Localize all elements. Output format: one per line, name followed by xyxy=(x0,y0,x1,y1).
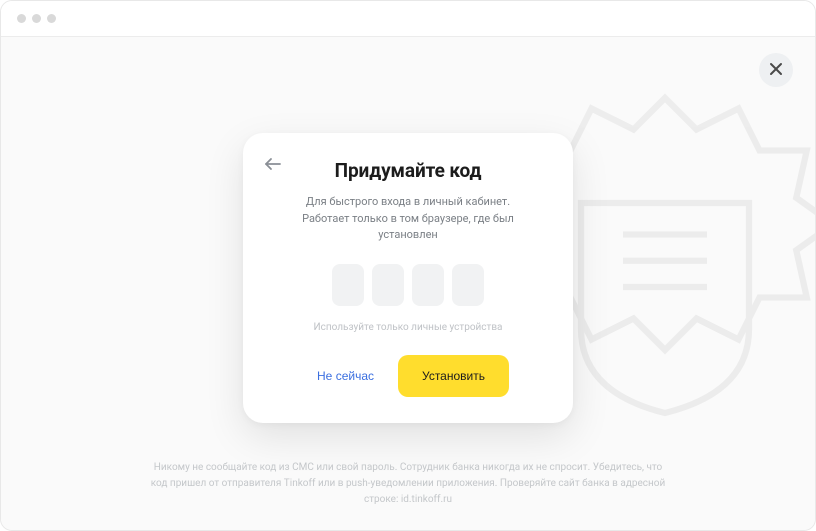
modal-hint: Используйте только личные устройства xyxy=(273,322,543,333)
page-content: Придумайте код Для быстрого входа в личн… xyxy=(1,37,815,530)
code-input-group xyxy=(273,264,543,306)
confirm-button[interactable]: Установить xyxy=(398,355,509,397)
window-dot xyxy=(47,14,56,23)
modal-title: Придумайте код xyxy=(273,159,543,182)
code-digit-2[interactable] xyxy=(372,264,404,306)
modal-actions: Не сейчас Установить xyxy=(273,355,543,397)
back-button[interactable] xyxy=(261,153,285,177)
skip-button[interactable]: Не сейчас xyxy=(307,357,384,395)
close-button[interactable] xyxy=(759,53,793,87)
code-digit-4[interactable] xyxy=(452,264,484,306)
window-controls xyxy=(17,14,56,23)
modal-subtitle: Для быстрого входа в личный кабинет. Раб… xyxy=(288,194,528,244)
code-digit-1[interactable] xyxy=(332,264,364,306)
browser-window: Придумайте код Для быстрого входа в личн… xyxy=(0,0,816,531)
create-code-modal: Придумайте код Для быстрого входа в личн… xyxy=(243,133,573,423)
arrow-left-icon xyxy=(264,156,282,175)
code-digit-3[interactable] xyxy=(412,264,444,306)
security-footer: Никому не сообщайте код из СМС или свой … xyxy=(148,460,668,508)
window-titlebar xyxy=(1,1,815,37)
window-dot xyxy=(32,14,41,23)
close-icon xyxy=(769,61,783,80)
window-dot xyxy=(17,14,26,23)
